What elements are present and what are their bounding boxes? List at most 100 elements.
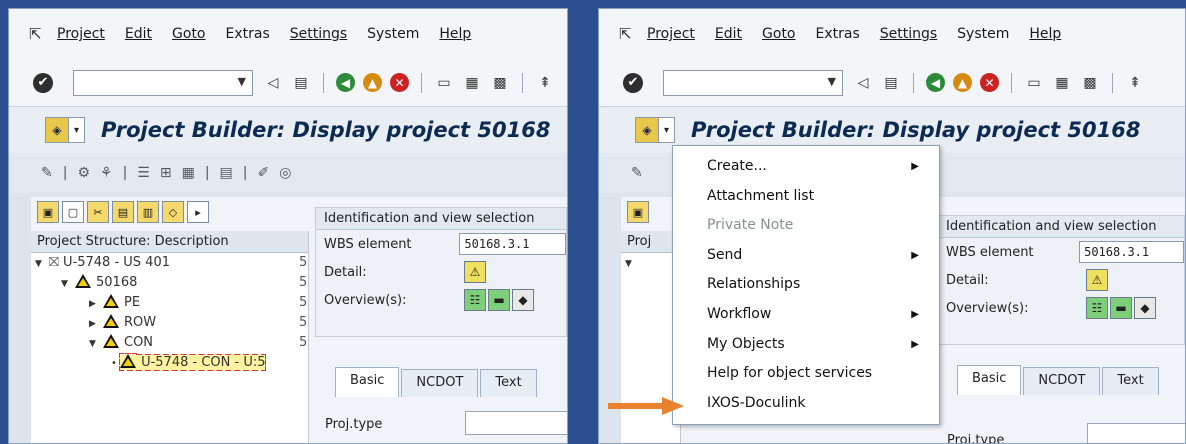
print-icon[interactable]: ▭	[434, 73, 454, 93]
detail-warning-button[interactable]: ⚠	[464, 261, 486, 283]
wbs-field[interactable]: 50168.3.1	[1079, 241, 1184, 263]
command-field[interactable]: ▼	[663, 69, 843, 96]
find-icon[interactable]: ▦	[462, 73, 482, 93]
tree-node[interactable]: ▼ CON 5	[31, 333, 308, 353]
document-edit-icon[interactable]: ✐	[258, 165, 270, 181]
first-page-icon[interactable]: ⇞	[535, 73, 555, 93]
exit-icon[interactable]: ⇱	[29, 25, 51, 43]
collapse-triangle-icon[interactable]: ▶	[89, 294, 103, 314]
tree-node-selected[interactable]: • U-5748 - CON - U:5	[31, 353, 308, 373]
tab-basic[interactable]: Basic	[957, 365, 1022, 395]
tab-text[interactable]: Text	[1102, 367, 1159, 395]
print-icon[interactable]: ▭	[1024, 73, 1044, 93]
menu-help[interactable]: Help	[439, 26, 471, 42]
cancel-icon[interactable]: ✕	[980, 73, 999, 92]
overview-list-button[interactable]: ▬	[1110, 297, 1132, 319]
save-icon[interactable]: ▤	[881, 73, 901, 93]
enter-check-icon[interactable]: ✔	[623, 72, 643, 93]
tab-text[interactable]: Text	[480, 369, 537, 397]
structure-icon[interactable]: ⚙	[77, 165, 90, 181]
tree-node[interactable]: ▶ ROW 5	[31, 313, 308, 333]
table-icon[interactable]: ▦	[182, 165, 195, 181]
save-icon[interactable]: ▤	[291, 73, 311, 93]
wbs-field[interactable]: 50168.3.1	[459, 233, 566, 255]
menu-project[interactable]: Project	[57, 26, 105, 42]
menu-edit[interactable]: Edit	[125, 26, 152, 42]
network-icon[interactable]: ⊞	[160, 165, 172, 181]
duplicate-icon[interactable]: ◇	[162, 201, 184, 223]
overview-list-button[interactable]: ▬	[488, 289, 510, 311]
menu-goto[interactable]: Goto	[762, 26, 795, 42]
expand-triangle-icon[interactable]: ▼	[89, 334, 103, 354]
cancel-icon[interactable]: ✕	[390, 73, 409, 92]
menu-item-attachment-list[interactable]: Attachment list	[673, 182, 939, 212]
exit-circle-icon[interactable]: ▲	[953, 73, 972, 92]
overview-diamond-button[interactable]: ◆	[1134, 297, 1156, 319]
dropdown-icon[interactable]: ▼	[828, 75, 836, 88]
menu-extras[interactable]: Extras	[226, 26, 270, 42]
overview-hierarchy-button[interactable]: ☷	[1086, 297, 1108, 319]
tree-node[interactable]: ▼ ⛝ U-5748 - US 401 5	[31, 253, 308, 273]
detail-warning-button[interactable]: ⚠	[1086, 269, 1108, 291]
tab-ncdot[interactable]: NCDOT	[1023, 367, 1101, 395]
overview-hierarchy-button[interactable]: ☷	[464, 289, 486, 311]
proj-type-field[interactable]	[1087, 423, 1185, 443]
status-icon[interactable]: ◎	[279, 165, 291, 181]
project-icon: ⛝	[49, 255, 64, 270]
exit-icon[interactable]: ⇱	[619, 25, 641, 43]
object-services-button[interactable]: ◈ ▾	[45, 117, 85, 143]
copy-icon[interactable]: ▤	[112, 201, 134, 223]
enter-check-icon[interactable]: ✔	[33, 72, 53, 93]
structure-icon[interactable]: ⚘	[100, 165, 113, 181]
tree-node[interactable]: ▶ PE 5	[31, 293, 308, 313]
object-services-button[interactable]: ◈ ▾	[635, 117, 675, 143]
find-icon[interactable]: ▦	[1052, 73, 1072, 93]
menu-item-workflow[interactable]: Workflow ▶	[673, 300, 939, 330]
open-folder-icon[interactable]: ▣	[627, 201, 649, 223]
tab-basic[interactable]: Basic	[335, 367, 400, 397]
tree-node[interactable]: ▼ 50168 5	[31, 273, 308, 293]
back-arrow-icon[interactable]: ◁	[263, 73, 283, 93]
back-arrow-icon[interactable]: ◁	[853, 73, 873, 93]
open-folder-icon[interactable]: ▣	[37, 201, 59, 223]
menu-edit[interactable]: Edit	[715, 26, 742, 42]
edit-pencil-icon[interactable]: ✎	[631, 165, 643, 181]
collapse-triangle-icon[interactable]: ▶	[89, 314, 103, 334]
back-icon[interactable]: ◀	[926, 73, 945, 92]
proj-type-field[interactable]	[465, 411, 567, 435]
menu-project[interactable]: Project	[647, 26, 695, 42]
edit-pencil-icon[interactable]: ✎	[41, 165, 53, 181]
menu-system[interactable]: System	[367, 26, 419, 42]
cut-icon[interactable]: ✂	[87, 201, 109, 223]
more-icon[interactable]: ▸	[187, 201, 209, 223]
exit-circle-icon[interactable]: ▲	[363, 73, 382, 92]
grid-icon[interactable]: ▤	[220, 165, 233, 181]
menu-item-send[interactable]: Send ▶	[673, 241, 939, 271]
main-content: ▣ ▢ ✂ ▤ ▥ ◇ ▸ Project Structure: Descrip…	[31, 197, 567, 443]
expand-triangle-icon[interactable]: ▼	[625, 254, 639, 274]
menu-item-ixos-doculink[interactable]: IXOS-Doculink	[673, 389, 939, 419]
menu-goto[interactable]: Goto	[172, 26, 205, 42]
menu-extras[interactable]: Extras	[816, 26, 860, 42]
menu-settings[interactable]: Settings	[290, 26, 347, 42]
menu-settings[interactable]: Settings	[880, 26, 937, 42]
menu-system[interactable]: System	[957, 26, 1009, 42]
menu-help[interactable]: Help	[1029, 26, 1061, 42]
menu-item-create[interactable]: Create... ▶	[673, 152, 939, 182]
menu-item-help-object-services[interactable]: Help for object services	[673, 359, 939, 389]
expand-triangle-icon[interactable]: ▼	[35, 254, 49, 274]
command-field[interactable]: ▼	[73, 69, 253, 96]
dropdown-icon[interactable]: ▼	[238, 75, 246, 88]
tab-ncdot[interactable]: NCDOT	[401, 369, 479, 397]
hierarchy-icon[interactable]: ☰	[137, 165, 150, 181]
menu-item-my-objects[interactable]: My Objects ▶	[673, 330, 939, 360]
overview-diamond-button[interactable]: ◆	[512, 289, 534, 311]
find-next-icon[interactable]: ▩	[490, 73, 510, 93]
paste-icon[interactable]: ▥	[137, 201, 159, 223]
back-icon[interactable]: ◀	[336, 73, 355, 92]
find-next-icon[interactable]: ▩	[1080, 73, 1100, 93]
new-icon[interactable]: ▢	[62, 201, 84, 223]
menu-item-relationships[interactable]: Relationships	[673, 270, 939, 300]
expand-triangle-icon[interactable]: ▼	[61, 274, 75, 294]
first-page-icon[interactable]: ⇞	[1125, 73, 1145, 93]
